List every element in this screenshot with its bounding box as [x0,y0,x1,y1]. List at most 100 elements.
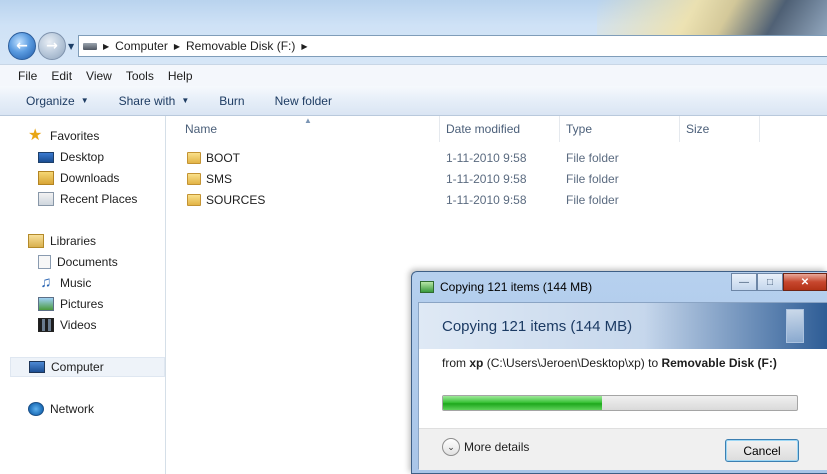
recent-pages-dropdown[interactable]: ▼ [68,42,74,51]
chevron-down-icon: ▼ [80,96,89,105]
to-label: to [648,356,659,370]
star-icon: ★ [28,127,43,144]
copy-progress-bar [442,395,798,411]
copy-dialog: Copying 121 items (144 MB) — □ ✕ Copying… [411,271,827,474]
chevron-right-icon[interactable]: ▶ [301,42,307,51]
libraries-icon [28,234,44,248]
dialog-title: Copying 121 items (144 MB) [440,280,593,294]
more-details-label: More details [464,440,530,454]
nav-downloads[interactable]: Downloads [38,168,119,188]
share-with-button[interactable]: Share with ▼ [119,94,190,108]
dialog-heading: Copying 121 items (144 MB) [442,317,633,335]
file-name: SMS [206,172,233,186]
back-button[interactable]: ← [8,32,36,60]
organize-label: Organize [26,93,75,108]
address-bar[interactable]: ▶ Computer ▶ Removable Disk (F:) ▶ [78,35,827,57]
column-header-date-modified[interactable]: Date modified [440,116,560,142]
breadcrumb-removable-disk[interactable]: Removable Disk (F:) [186,39,295,53]
nav-music[interactable]: ♫ Music [38,273,91,293]
computer-icon [29,361,45,373]
table-row[interactable]: SOURCES 1-11-2010 9:58 File folder [167,190,767,210]
minimize-button[interactable]: — [731,273,757,291]
close-button[interactable]: ✕ [783,273,827,291]
file-type: File folder [566,151,619,165]
copy-icon [420,281,434,293]
nav-libraries-label: Libraries [50,234,97,248]
table-row[interactable]: BOOT 1-11-2010 9:58 File folder [167,148,767,168]
desktop-background-peek [597,0,827,40]
nav-recent-places[interactable]: Recent Places [38,189,137,209]
dialog-titlebar[interactable]: Copying 121 items (144 MB) — □ ✕ [412,272,827,302]
chevron-right-icon[interactable]: ▶ [103,42,109,51]
nav-desktop-label: Desktop [60,150,105,164]
file-type: File folder [566,193,619,207]
maximize-button[interactable]: □ [757,273,783,291]
videos-icon [38,318,54,332]
drive-icon [83,42,97,50]
window-controls: — □ ✕ [731,273,827,291]
maximize-icon: □ [766,276,774,288]
nav-downloads-label: Downloads [60,171,120,185]
chevron-down-icon: ▼ [181,96,190,105]
column-header-name[interactable]: Name [179,116,440,142]
breadcrumb-computer[interactable]: Computer [115,39,168,53]
arrow-right-icon: → [46,38,58,54]
nav-network[interactable]: Network [28,399,94,419]
organize-button[interactable]: Organize ▼ [26,94,89,108]
dialog-footer: ⌄ More details Cancel [419,428,827,470]
folder-icon [187,152,201,164]
nav-pictures[interactable]: Pictures [38,294,103,314]
folder-icon [187,194,201,206]
share-with-label: Share with [118,93,176,108]
nav-computer[interactable]: Computer [10,357,165,377]
column-size-label: Size [686,122,710,136]
nav-videos-label: Videos [60,318,97,332]
nav-network-label: Network [50,402,95,416]
column-header-type[interactable]: Type [560,116,680,142]
table-row[interactable]: SMS 1-11-2010 9:58 File folder [167,169,767,189]
menu-view[interactable]: View [86,69,112,83]
minimize-icon: — [739,276,749,288]
column-header-size[interactable]: Size [680,116,760,142]
menu-edit[interactable]: Edit [51,69,72,83]
file-date: 1-11-2010 9:58 [446,193,527,207]
nav-computer-label: Computer [51,360,104,374]
column-type-label: Type [566,122,593,136]
menu-file[interactable]: File [18,69,37,83]
downloads-icon [38,171,54,185]
copy-source-destination: from xp (C:\Users\Jeroen\Desktop\xp) to … [442,356,777,370]
cancel-button[interactable]: Cancel [725,439,799,462]
nav-pictures-label: Pictures [60,297,104,311]
banner-decoration [786,309,804,343]
burn-button[interactable]: Burn [219,94,244,108]
nav-desktop[interactable]: Desktop [38,147,104,167]
destination-name[interactable]: Removable Disk (F:) [661,356,776,370]
nav-favorites[interactable]: ★ Favorites [28,126,99,146]
chevron-right-icon[interactable]: ▶ [174,42,180,51]
menu-tools[interactable]: Tools [126,69,154,83]
dialog-banner: Copying 121 items (144 MB) [419,303,827,349]
source-path: (C:\Users\Jeroen\Desktop\xp) [486,356,645,370]
nav-documents-label: Documents [57,255,118,269]
forward-button[interactable]: → [38,32,66,60]
chevron-down-icon: ⌄ [442,438,460,456]
new-folder-label: New folder [274,93,332,108]
file-type: File folder [566,172,619,186]
column-date-label: Date modified [446,122,521,136]
recent-places-icon [38,192,54,206]
from-label: from [442,356,466,370]
menu-bar: File Edit View Tools Help [0,64,827,86]
source-name[interactable]: xp [469,356,483,370]
more-details-button[interactable]: ⌄ More details [442,438,529,456]
nav-videos[interactable]: Videos [38,315,96,335]
file-name: BOOT [206,151,241,165]
close-icon: ✕ [800,276,810,288]
file-date: 1-11-2010 9:58 [446,172,527,186]
documents-icon [38,255,51,269]
menu-help[interactable]: Help [168,69,193,83]
nav-documents[interactable]: Documents [38,252,118,272]
navigation-pane: ★ Favorites Desktop Downloads Recent Pla… [0,116,166,474]
new-folder-button[interactable]: New folder [275,94,332,108]
desktop-icon [38,151,54,163]
nav-libraries[interactable]: Libraries [28,231,96,251]
